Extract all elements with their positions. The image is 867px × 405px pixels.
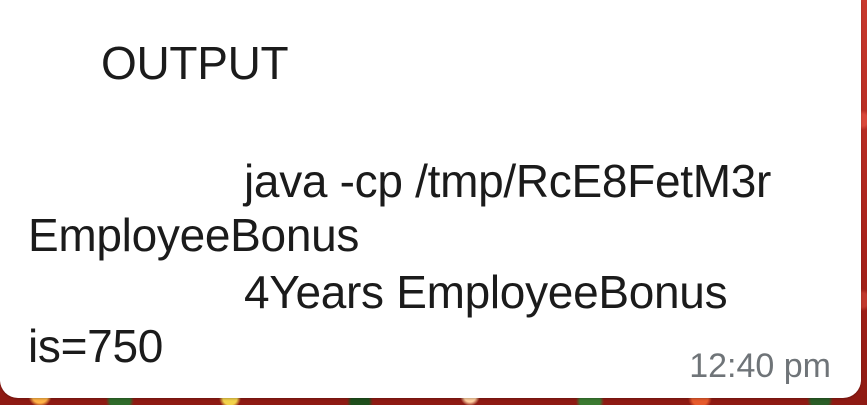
message-line-result: 4Years EmployeeBonus bbox=[244, 266, 728, 318]
message-timestamp: 12:40 pm bbox=[689, 347, 831, 385]
message-bubble[interactable]: OUTPUT java -cp /tmp/RcE8FetM3r Employee… bbox=[0, 0, 861, 398]
message-line-output: OUTPUT bbox=[101, 37, 289, 89]
message-line-command: java -cp /tmp/RcE8FetM3r bbox=[244, 155, 772, 207]
message-line-classname: EmployeeBonus bbox=[28, 209, 360, 261]
message-line-value: is=750 bbox=[28, 320, 164, 372]
